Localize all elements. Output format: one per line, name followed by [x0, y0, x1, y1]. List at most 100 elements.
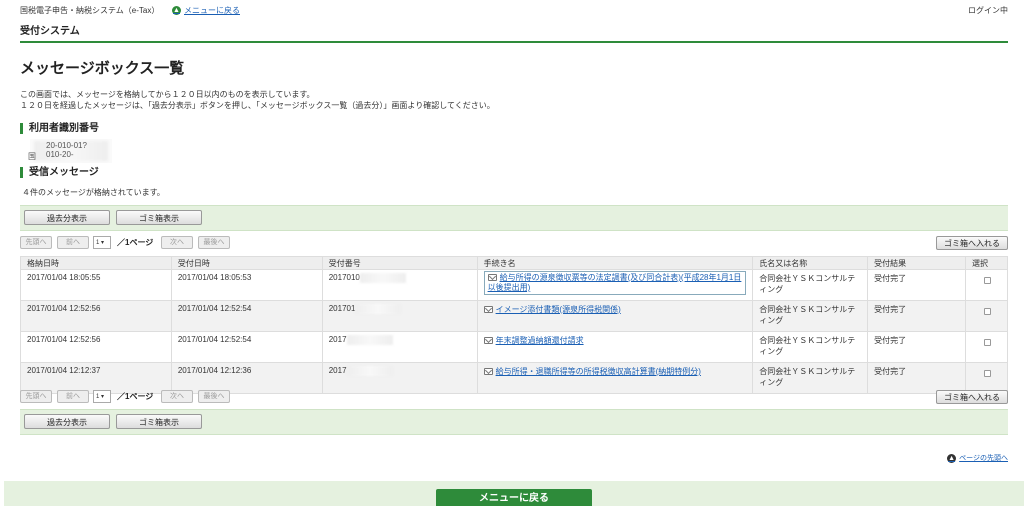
- received-date: 2017/01/04 18:05:53: [170, 269, 323, 301]
- redacted-area: [346, 335, 393, 345]
- page-select[interactable]: 1 ▾: [93, 236, 111, 249]
- table-row: 2017/01/04 12:12:37 2017/01/04 12:12:36 …: [20, 362, 1009, 394]
- received-date: 2017/01/04 12:12:36: [170, 362, 323, 394]
- receipt-result: 受付完了: [867, 331, 966, 363]
- page-select[interactable]: 1 ▾: [93, 390, 111, 403]
- procedure-link[interactable]: イメージ添付書類(源泉所得税関係): [496, 305, 621, 314]
- redacted-area: [346, 366, 393, 376]
- page-select-value: 1: [96, 240, 100, 246]
- toolbar-top: 過去分表示 ゴミ箱表示: [20, 205, 1008, 231]
- table-row: 2017/01/04 18:05:55 2017/01/04 18:05:53 …: [20, 269, 1009, 301]
- user-id-heading: 利用者識別番号: [20, 123, 99, 134]
- trash-view-button[interactable]: ゴミ箱表示: [116, 414, 202, 429]
- redacted-area: [355, 304, 402, 314]
- procedure-link[interactable]: 給与所得・退職所得等の所得税徴収高計算書(納期特例分): [496, 367, 701, 376]
- user-id-prefix: 国: [28, 152, 36, 161]
- first-page-button[interactable]: 先頭へ: [20, 236, 52, 249]
- user-id-text: 20‑010‑01?010‑20‑: [46, 141, 87, 159]
- trash-view-button[interactable]: ゴミ箱表示: [116, 210, 202, 225]
- receipt-number-text: 2017: [328, 366, 347, 376]
- user-id-value: 20‑010‑01?010‑20‑ 国: [28, 139, 112, 163]
- prev-page-button[interactable]: 前へ: [57, 390, 89, 403]
- table-header-row: 格納日時 受付日時 受付番号 手続き名 氏名又は名称 受付結果 選択: [20, 256, 1009, 270]
- header-result: 受付結果: [867, 256, 966, 270]
- top-bar: 国税電子申告・納税システム（e-Tax） ▲ メニューに戻る ログイン中: [20, 4, 1008, 16]
- prev-page-button[interactable]: 前へ: [57, 236, 89, 249]
- header-procedure: 手続き名: [476, 256, 754, 270]
- applicant-name: 合同会社ＹＳＫコンサルティング: [752, 331, 869, 363]
- receipt-number-text: 201701: [328, 304, 356, 314]
- header-divider: [20, 41, 1008, 43]
- applicant-name: 合同会社ＹＳＫコンサルティング: [752, 300, 869, 332]
- envelope-icon: [483, 306, 493, 313]
- back-to-menu-link[interactable]: ▲ メニューに戻る: [172, 5, 240, 16]
- back-to-menu-button[interactable]: メニューに戻る: [436, 489, 592, 506]
- page-top-label[interactable]: ページの先頭へ: [959, 453, 1008, 463]
- procedure-cell: 年末調整過納額還付請求: [476, 331, 754, 363]
- arrow-up-icon: ▲: [947, 453, 957, 463]
- header-select: 選択: [964, 256, 1009, 270]
- stored-date: 2017/01/04 18:05:55: [20, 269, 172, 301]
- page-title: メッセージボックス一覧: [20, 60, 185, 77]
- receipt-number: 2017: [321, 362, 478, 394]
- received-messages-heading: 受信メッセージ: [20, 167, 99, 178]
- select-checkbox[interactable]: [983, 370, 991, 377]
- procedure-link[interactable]: 給与所得の源泉徴収票等の法定調書(及び同合計表)(平成28年1月1日以後提出用): [488, 273, 742, 292]
- page-description: この画面では、メッセージを格納してから１２０日以内のものを表示しています。 １２…: [20, 89, 495, 111]
- redacted-area: [359, 273, 406, 283]
- next-page-button[interactable]: 次へ: [161, 390, 193, 403]
- last-page-button[interactable]: 最後へ: [198, 236, 230, 249]
- move-to-trash-button[interactable]: ゴミ箱へ入れる: [936, 236, 1008, 250]
- header-receipt-number: 受付番号: [321, 256, 478, 270]
- receipt-number: 2017: [321, 331, 478, 363]
- select-cell: [964, 269, 1009, 301]
- table-row: 2017/01/04 12:52:56 2017/01/04 12:52:54 …: [20, 331, 1009, 363]
- received-date: 2017/01/04 12:52:54: [170, 331, 323, 363]
- back-to-menu-label[interactable]: メニューに戻る: [184, 5, 240, 16]
- select-checkbox[interactable]: [983, 339, 991, 346]
- description-line-2: １２０日を経過したメッセージは、「過去分表示」ボタンを押し、「メッセージボックス…: [20, 101, 495, 110]
- table-row: 2017/01/04 12:52:56 2017/01/04 12:52:54 …: [20, 300, 1009, 332]
- procedure-cell: 給与所得の源泉徴収票等の法定調書(及び同合計表)(平成28年1月1日以後提出用): [476, 269, 754, 301]
- receipt-number-text: 2017010: [328, 273, 360, 283]
- header-stored-date: 格納日時: [20, 256, 172, 270]
- header-name: 氏名又は名称: [752, 256, 869, 270]
- select-cell: [964, 362, 1009, 394]
- select-cell: [964, 300, 1009, 332]
- stored-date: 2017/01/04 12:52:56: [20, 331, 172, 363]
- envelope-icon: [483, 337, 493, 344]
- select-cell: [964, 331, 1009, 363]
- select-checkbox[interactable]: [983, 308, 991, 315]
- receipt-number-text: 2017: [328, 335, 347, 345]
- received-date: 2017/01/04 12:52:54: [170, 300, 323, 332]
- envelope-icon: [483, 368, 493, 375]
- procedure-cell: イメージ添付書類(源泉所得税関係): [476, 300, 754, 332]
- past-messages-button[interactable]: 過去分表示: [24, 414, 110, 429]
- next-page-button[interactable]: 次へ: [161, 236, 193, 249]
- pager-top: 先頭へ 前へ 1 ▾ ／1ページ 次へ 最後へ ゴミ箱へ入れる: [20, 236, 1008, 250]
- header-received-date: 受付日時: [170, 256, 323, 270]
- system-subtitle: 受付システム: [20, 26, 80, 37]
- applicant-name: 合同会社ＹＳＫコンサルティング: [752, 362, 869, 394]
- receipt-result: 受付完了: [867, 362, 966, 394]
- toolbar-bottom: 過去分表示 ゴミ箱表示: [20, 409, 1008, 435]
- procedure-link[interactable]: 年末調整過納額還付請求: [496, 336, 584, 345]
- applicant-name: 合同会社ＹＳＫコンサルティング: [752, 269, 869, 301]
- pager-bottom: 先頭へ 前へ 1 ▾ ／1ページ 次へ 最後へ ゴミ箱へ入れる: [20, 390, 1008, 404]
- move-to-trash-button[interactable]: ゴミ箱へ入れる: [936, 390, 1008, 404]
- last-page-button[interactable]: 最後へ: [198, 390, 230, 403]
- receipt-result: 受付完了: [867, 300, 966, 332]
- description-line-1: この画面では、メッセージを格納してから１２０日以内のものを表示しています。: [20, 90, 315, 99]
- select-checkbox[interactable]: [983, 277, 991, 284]
- page-top-link[interactable]: ▲ ページの先頭へ: [947, 453, 1008, 463]
- page-label: ／1ページ: [117, 238, 154, 247]
- past-messages-button[interactable]: 過去分表示: [24, 210, 110, 225]
- stored-date: 2017/01/04 12:52:56: [20, 300, 172, 332]
- stored-date: 2017/01/04 12:12:37: [20, 362, 172, 394]
- arrow-up-icon: ▲: [172, 6, 181, 15]
- first-page-button[interactable]: 先頭へ: [20, 390, 52, 403]
- procedure-cell: 給与所得・退職所得等の所得税徴収高計算書(納期特例分): [476, 362, 754, 394]
- system-name: 国税電子申告・納税システム（e-Tax）: [20, 6, 160, 15]
- message-table: 格納日時 受付日時 受付番号 手続き名 氏名又は名称 受付結果 選択 2017/…: [20, 256, 1009, 394]
- page-label: ／1ページ: [117, 392, 154, 401]
